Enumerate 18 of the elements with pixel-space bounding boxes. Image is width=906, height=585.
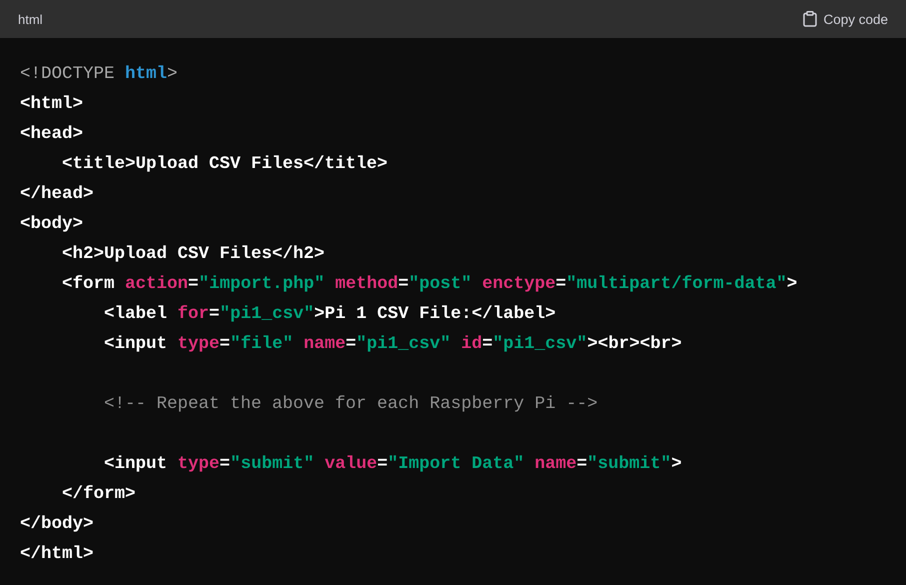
code-line: <form action="import.php" method="post" enctype="multipart/form-data"> [61, 273, 798, 296]
code-line: <title>Upload CSV Files</title> [61, 153, 389, 176]
language-label: html [18, 12, 43, 26]
code-line: <input type="file" name="pi1_csv" id="pi1_csv"><br><br> [103, 333, 683, 356]
code-line: </body> [20, 513, 95, 536]
code-line: <!DOCTYPE html> [20, 63, 179, 86]
code-line: </head> [20, 183, 95, 206]
code-line: <label for="pi1_csv">Pi 1 CSV File:</label> [103, 303, 557, 326]
code-line: </form> [61, 483, 137, 506]
code-line: <h2>Upload CSV Files</h2> [61, 243, 326, 266]
code-line: </html> [20, 543, 95, 566]
code-line: <body> [20, 213, 84, 236]
code-comment: <!-- Repeat the above for each Raspberry Pi --> [103, 393, 599, 416]
code-line: <input type="submit" value="Import Data" name="submit"> [103, 453, 683, 476]
clipboard-icon [803, 11, 818, 27]
copy-code-button[interactable]: Copy code [803, 11, 888, 27]
code-line: <head> [20, 123, 84, 146]
code-line: <html> [20, 93, 84, 116]
